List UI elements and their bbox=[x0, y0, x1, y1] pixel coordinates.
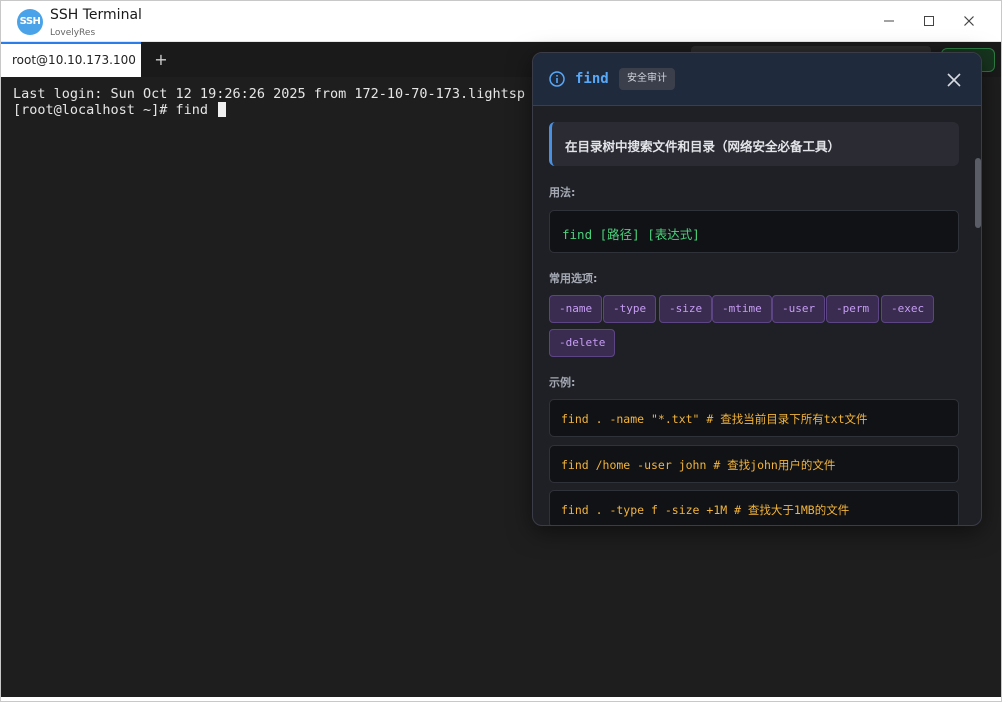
popup-body: 在目录树中搜索文件和目录（网络安全必备工具） 用法: find [路径] [表达… bbox=[549, 106, 959, 525]
tab-session[interactable]: root@10.10.173.100 bbox=[1, 42, 141, 77]
option-chip[interactable]: -user bbox=[772, 295, 826, 323]
category-badge: 安全审计 bbox=[619, 68, 675, 90]
close-icon bbox=[964, 16, 974, 26]
option-chip[interactable]: -exec bbox=[881, 295, 935, 323]
title-bar[interactable]: SSH SSH Terminal LovelyRes bbox=[1, 1, 1001, 42]
option-chip[interactable]: -mtime bbox=[712, 295, 772, 323]
option-chip[interactable]: -type bbox=[603, 295, 657, 323]
info-icon bbox=[549, 71, 565, 87]
command-description: 在目录树中搜索文件和目录（网络安全必备工具） bbox=[565, 139, 841, 154]
popup-header: find 安全审计 bbox=[533, 53, 981, 106]
close-window-button[interactable] bbox=[955, 9, 983, 33]
option-chip[interactable]: -size bbox=[659, 295, 713, 323]
example-code: find . -name "*.txt" # 查找当前目录下所有txt文件 bbox=[561, 412, 868, 426]
popup-scrollbar[interactable] bbox=[975, 106, 981, 525]
example-code: find . -type f -size +1M # 查找大于1MB的文件 bbox=[561, 503, 850, 517]
popup-close-icon[interactable] bbox=[943, 69, 965, 91]
scrollbar-thumb[interactable] bbox=[975, 158, 981, 228]
example-code: find /home -user john # 查找john用户的文件 bbox=[561, 458, 836, 472]
terminal-prompt-text: [root@localhost ~]# find bbox=[13, 102, 217, 118]
example-item[interactable]: find /home -user john # 查找john用户的文件 bbox=[549, 445, 959, 483]
option-chip[interactable]: -name bbox=[549, 295, 603, 323]
example-item[interactable]: find . -type f -size +1M # 查找大于1MB的文件 bbox=[549, 490, 959, 525]
app-subtitle: LovelyRes bbox=[50, 28, 96, 38]
usage-label: 用法: bbox=[549, 186, 576, 199]
tab-label: root@10.10.173.100 bbox=[12, 53, 136, 67]
option-chip[interactable]: -perm bbox=[826, 295, 880, 323]
maximize-button[interactable] bbox=[915, 9, 943, 33]
add-tab-button[interactable]: + bbox=[151, 50, 171, 70]
maximize-icon bbox=[924, 16, 934, 26]
status-strip bbox=[1, 697, 1001, 701]
option-chip[interactable]: -delete bbox=[549, 329, 616, 357]
command-help-popup: find 安全审计 在目录树中搜索文件和目录（网络安全必备工具） 用法: fin… bbox=[532, 52, 982, 526]
examples-label: 示例: bbox=[549, 376, 576, 389]
ssh-terminal-window: SSH SSH Terminal LovelyRes root@10.10.17… bbox=[0, 0, 1002, 702]
description-box: 在目录树中搜索文件和目录（网络安全必备工具） bbox=[549, 122, 959, 166]
command-name: find bbox=[575, 71, 609, 87]
minimize-button[interactable] bbox=[875, 9, 903, 33]
options-label: 常用选项: bbox=[549, 272, 598, 285]
usage-box: find [路径] [表达式] bbox=[549, 210, 959, 253]
example-item[interactable]: find . -name "*.txt" # 查找当前目录下所有txt文件 bbox=[549, 399, 959, 437]
app-title: SSH Terminal bbox=[50, 7, 142, 23]
app-logo: SSH bbox=[17, 9, 43, 35]
usage-syntax: find [路径] [表达式] bbox=[562, 227, 700, 242]
terminal-cursor bbox=[218, 102, 227, 117]
minimize-icon bbox=[884, 20, 894, 22]
